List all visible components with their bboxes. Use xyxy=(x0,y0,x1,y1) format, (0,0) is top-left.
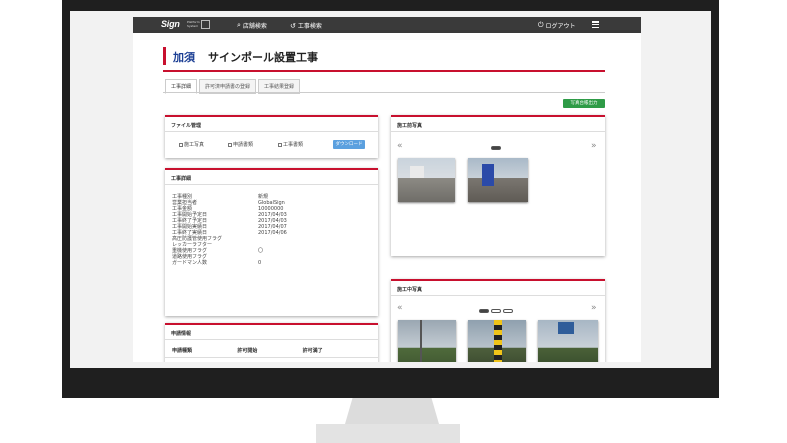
tab-divider xyxy=(163,92,605,93)
checkbox-icon xyxy=(278,142,282,147)
app-logo-sub: Platform System xyxy=(187,20,200,28)
power-icon: ⏻ xyxy=(538,21,544,29)
nav-work-search-label: 工事検索 xyxy=(297,23,322,30)
application-info-panel: 申請情報 申請種類 許可開始 許可満了 xyxy=(165,323,378,362)
logo-emblem-icon xyxy=(201,20,210,29)
column-application-type: 申請種類 xyxy=(172,348,193,354)
work-detail-list: 工事種別 新規 営業担当者 GlobalSign 工事金額 10000000 工事開始予定日… xyxy=(172,194,287,266)
checkbox-label: 施工写真 xyxy=(184,142,205,148)
photo-ledger-print-button[interactable]: 写真台帳出力 xyxy=(563,99,605,108)
during-photo-3[interactable] xyxy=(538,320,598,362)
checkbox-icon xyxy=(179,142,183,147)
detail-value: 2017/04/06 xyxy=(258,230,287,236)
carousel-next-icon[interactable]: » xyxy=(591,303,597,313)
file-management-title: ファイル管理 xyxy=(165,115,378,132)
application-table-header: 申請種類 許可開始 許可満了 xyxy=(172,347,368,354)
logout-button[interactable]: ⏻ ログアウト xyxy=(538,21,576,30)
work-detail-title: 工事詳細 xyxy=(165,168,378,185)
work-detail-panel: 工事詳細 工事種別 新規 営業担当者 GlobalSign 工事金額 10000000 工事… xyxy=(165,168,378,316)
carousel-prev-icon[interactable]: « xyxy=(397,141,403,151)
download-button[interactable]: ダウンロード xyxy=(333,140,365,149)
nav-store-search[interactable]: ⌕ 店舗検索 xyxy=(237,21,267,30)
before-photos-title: 施工前写真 xyxy=(391,115,605,132)
file-management-panel: ファイル管理 施工写真 申請書類 工事書類 ダウンロード xyxy=(165,115,378,158)
detail-value: 0 xyxy=(258,260,262,266)
page-title-main: サインポール設置工事 xyxy=(208,51,318,64)
monitor-screen: Sign Platform System ⌕ 店舗検索 ↺ 工事検索 ⏻ ログア… xyxy=(70,11,711,368)
column-permit-start: 許可開始 xyxy=(237,348,258,354)
before-photo-1[interactable] xyxy=(398,158,455,202)
carousel-dot[interactable] xyxy=(503,309,513,313)
checkbox-label: 工事書類 xyxy=(283,142,304,148)
app-logo[interactable]: Sign xyxy=(161,19,180,29)
title-accent-bar xyxy=(163,47,166,65)
logout-label: ログアウト xyxy=(545,23,576,30)
before-photos-panel: 施工前写真 « » xyxy=(391,115,605,256)
page-title-city: 加須 xyxy=(173,51,195,64)
before-photo-2[interactable] xyxy=(468,158,528,202)
application-info-title: 申請情報 xyxy=(165,323,378,340)
checkbox-icon xyxy=(228,142,232,147)
hamburger-menu-icon[interactable] xyxy=(592,21,599,29)
carousel-dot[interactable] xyxy=(479,309,489,313)
carousel-dot[interactable] xyxy=(491,146,501,150)
table-divider xyxy=(165,357,378,358)
checkbox-work-docs[interactable]: 工事書類 xyxy=(278,141,303,148)
carousel-dot[interactable] xyxy=(491,309,501,313)
monitor-stand-neck xyxy=(345,398,439,424)
checkbox-label: 申請書類 xyxy=(233,142,254,148)
search-icon: ⌕ xyxy=(237,21,241,29)
detail-value: 〇 xyxy=(258,248,264,254)
during-photos-panel: 施工中写真 « » xyxy=(391,279,605,362)
history-icon: ↺ xyxy=(290,21,296,30)
during-photo-1[interactable] xyxy=(398,320,456,362)
carousel-indicators xyxy=(479,309,513,313)
carousel-indicators xyxy=(491,146,501,150)
monitor-stand-base xyxy=(316,424,460,443)
top-bar: Sign Platform System ⌕ 店舗検索 ↺ 工事検索 ⏻ ログア… xyxy=(133,17,641,33)
nav-store-search-label: 店舗検索 xyxy=(242,23,267,30)
page-title: 加須 サインポール設置工事 xyxy=(163,47,605,72)
detail-row: ガードマン人数 0 xyxy=(172,260,287,266)
during-photo-2[interactable] xyxy=(468,320,526,362)
carousel-next-icon[interactable]: » xyxy=(591,141,597,151)
detail-label: ガードマン人数 xyxy=(172,260,208,266)
checkbox-application-docs[interactable]: 申請書類 xyxy=(228,141,253,148)
column-permit-end: 許可満了 xyxy=(302,348,323,354)
nav-work-search[interactable]: ↺ 工事検索 xyxy=(290,21,322,31)
app-window: Sign Platform System ⌕ 店舗検索 ↺ 工事検索 ⏻ ログア… xyxy=(133,17,641,362)
carousel-prev-icon[interactable]: « xyxy=(397,303,403,313)
checkbox-construction-photos[interactable]: 施工写真 xyxy=(179,141,204,148)
during-photos-title: 施工中写真 xyxy=(391,279,605,296)
